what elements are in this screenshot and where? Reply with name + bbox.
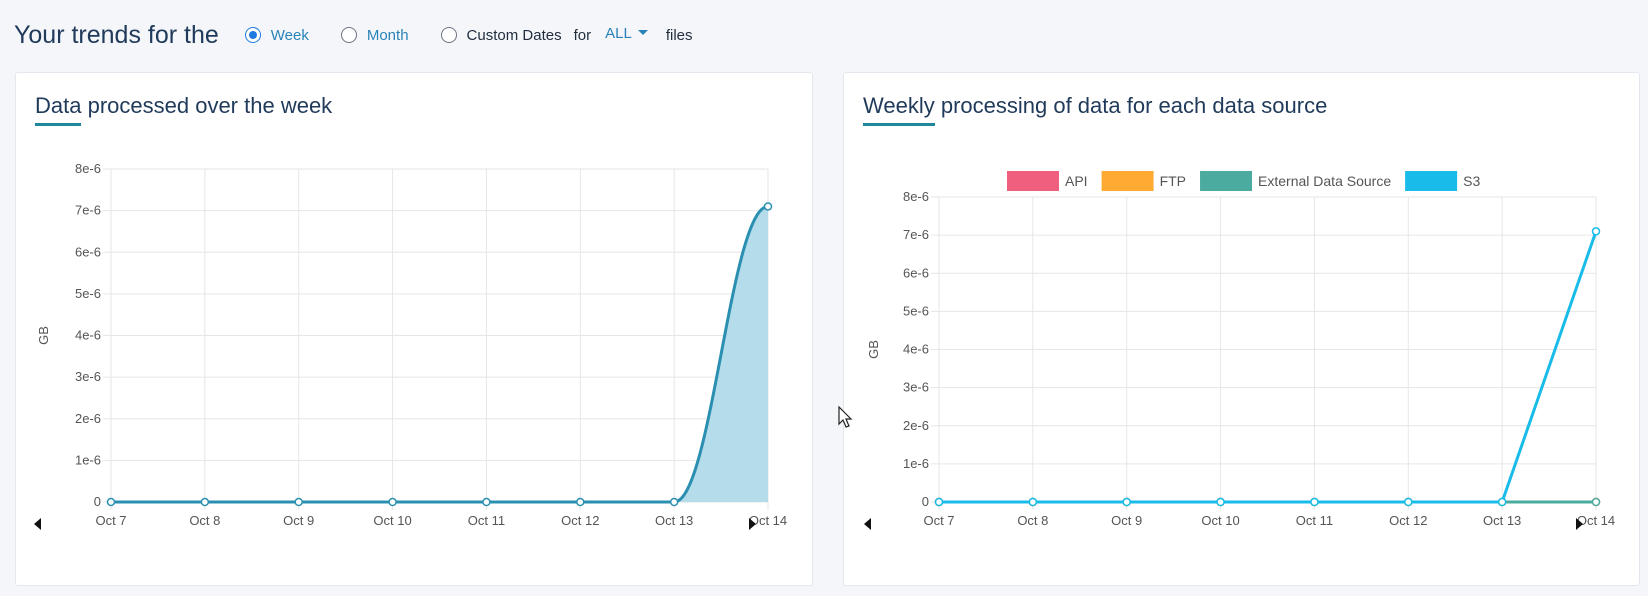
data-processed-chart: 0 1e-6 2e-6 3e-6 4e-6 5e-6 6e-6 7e-6 8e-6 Oct 7 Oc… — [36, 161, 787, 528]
data-point — [934, 497, 944, 507]
data-point — [1028, 497, 1038, 507]
x-tick-label: Oct 8 — [189, 513, 220, 528]
data-point — [1404, 497, 1413, 507]
legend-swatch — [1405, 171, 1458, 191]
x-tick-label: Oct 7 — [95, 513, 126, 528]
data-point — [576, 497, 585, 507]
y-tick-label: 0 — [922, 494, 929, 509]
series-area — [111, 206, 768, 502]
files-filter-dropdown[interactable]: ALL — [605, 25, 648, 42]
files-filter-value[interactable]: ALL — [605, 25, 632, 42]
data-point — [294, 497, 303, 507]
x-tick-label: Oct 12 — [1389, 513, 1427, 528]
x-tick-label: Oct 10 — [1201, 513, 1239, 528]
scroll-left-icon[interactable] — [864, 518, 871, 530]
legend-label: External Data Source — [1258, 173, 1391, 189]
custom-dates-radio[interactable]: Custom Dates — [440, 27, 562, 44]
data-point — [200, 497, 210, 507]
x-tick-label: Oct 12 — [561, 513, 599, 528]
trends-title: Your trends for the — [14, 20, 219, 49]
scroll-left-icon[interactable] — [34, 518, 41, 530]
legend-swatch — [1200, 171, 1253, 191]
x-tick-label: Oct 9 — [1111, 513, 1142, 528]
y-tick-label: 6e-6 — [75, 244, 101, 259]
legend-label: API — [1065, 173, 1088, 189]
x-tick-label: Oct 13 — [1483, 513, 1521, 528]
y-tick-label: 7e-6 — [903, 227, 929, 242]
x-tick-label: Oct 11 — [468, 513, 505, 528]
month-radio[interactable]: Month — [340, 27, 409, 44]
x-tick-label: Oct 10 — [373, 513, 411, 528]
for-label: for — [573, 26, 592, 44]
y-tick-label: 1e-6 — [75, 452, 101, 467]
x-tick-label: Oct 7 — [923, 513, 954, 528]
y-tick-label: 3e-6 — [903, 380, 929, 395]
data-source-chart: 0 1e-6 2e-6 3e-6 4e-6 5e-6 6e-6 7e-6 8e-6 Oct 7 Oc… — [866, 171, 1615, 528]
week-radio-button[interactable] — [244, 27, 261, 43]
x-tick-label: Oct 9 — [283, 513, 314, 528]
y-tick-label: 0 — [94, 494, 101, 509]
y-tick-label: 5e-6 — [75, 286, 101, 301]
scroll-right-icon[interactable] — [1576, 518, 1583, 530]
data-processed-card: Data processed over the week 0 1e-6 2e-6 3e… — [15, 72, 813, 586]
y-tick-label: 5e-6 — [903, 303, 929, 318]
y-tick-label: 6e-6 — [903, 265, 929, 280]
y-tick-label: 8e-6 — [75, 161, 101, 176]
series-line — [110, 204, 769, 504]
x-tick-label: Oct 11 — [1296, 513, 1333, 528]
y-axis-title: GB — [36, 326, 51, 345]
legend-label: S3 — [1463, 173, 1480, 189]
legend-swatch — [1101, 171, 1154, 191]
scroll-right-icon[interactable] — [749, 518, 756, 530]
weekly-processing-card: Weekly processing of data for each data … — [843, 72, 1640, 586]
legend-swatch — [1007, 171, 1059, 191]
data-point — [1591, 227, 1601, 236]
data-point — [1122, 497, 1131, 507]
files-label: files — [665, 26, 693, 44]
y-axis-title: GB — [866, 340, 881, 359]
month-label[interactable]: Month — [367, 27, 409, 44]
data-point — [1310, 497, 1319, 507]
series-line — [939, 230, 1598, 504]
y-tick-label: 7e-6 — [75, 203, 101, 218]
data-point — [1216, 497, 1225, 507]
legend-label: FTP — [1160, 173, 1186, 189]
week-label[interactable]: Week — [271, 27, 309, 44]
y-tick-label: 4e-6 — [75, 328, 101, 343]
data-point — [1591, 497, 1601, 507]
data-point — [482, 497, 491, 507]
y-tick-label: 2e-6 — [75, 411, 101, 426]
mouse-cursor-icon — [838, 406, 853, 428]
y-tick-label: 3e-6 — [75, 369, 101, 384]
y-tick-label: 8e-6 — [903, 189, 929, 204]
data-point — [1497, 497, 1507, 507]
trends-header: Your trends for the Week Month Custom Da… — [14, 18, 693, 52]
data-point — [106, 497, 116, 507]
y-tick-label: 1e-6 — [903, 456, 929, 471]
x-tick-label: Oct 8 — [1017, 513, 1048, 528]
month-radio-button[interactable] — [340, 27, 357, 43]
y-tick-label: 2e-6 — [903, 418, 929, 433]
data-point — [388, 497, 397, 507]
week-radio[interactable]: Week — [244, 27, 309, 44]
x-tick-label: Oct 13 — [655, 513, 693, 528]
y-tick-label: 4e-6 — [903, 342, 929, 357]
custom-dates-label[interactable]: Custom Dates — [467, 27, 562, 44]
chevron-down-icon[interactable] — [637, 29, 648, 35]
data-point — [763, 202, 773, 211]
custom-dates-radio-button[interactable] — [440, 27, 457, 43]
data-point — [669, 497, 679, 507]
